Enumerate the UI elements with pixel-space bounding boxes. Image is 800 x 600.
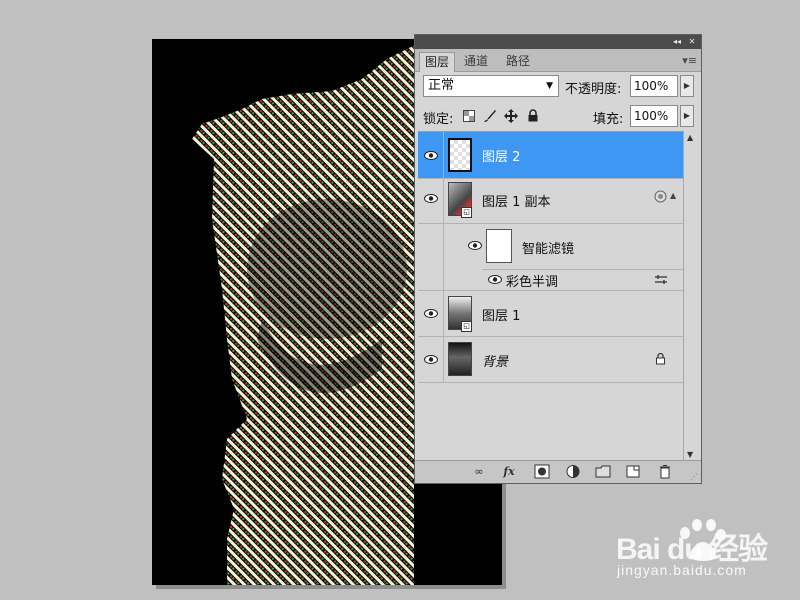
lock-transparent-icon[interactable]	[463, 110, 475, 122]
fill-input[interactable]: 100%	[630, 105, 678, 127]
new-group-icon[interactable]	[595, 464, 611, 479]
layer-thumbnail	[448, 342, 472, 376]
smart-filter-icon[interactable]	[654, 190, 667, 203]
add-mask-icon[interactable]	[534, 464, 550, 479]
fx-icon[interactable]: fx	[501, 464, 517, 479]
trash-icon[interactable]	[657, 464, 673, 479]
eye-column	[418, 224, 444, 269]
eye-icon	[424, 309, 438, 318]
layer-name: 彩色半调	[506, 275, 559, 290]
scroll-up-icon[interactable]: ▲	[687, 133, 693, 142]
opacity-stepper[interactable]: ▶	[680, 75, 694, 97]
opacity-label: 不透明度:	[565, 82, 622, 97]
layer-row-layer1[interactable]: ◱ 图层 1	[418, 291, 683, 337]
smart-filters-row[interactable]: 智能滤镜	[418, 224, 683, 269]
link-layers-icon[interactable]: ∞	[471, 464, 487, 479]
layers-panel: ◂◂ ✕ 图层 通道 路径 ▾≡ 正常 ▼ 不透明度: 100% ▶ 锁定: 填…	[414, 34, 702, 484]
panel-bottom-toolbar: ∞ fx ⋰	[415, 460, 701, 483]
blend-mode-value: 正常	[428, 78, 455, 93]
close-icon[interactable]: ✕	[686, 36, 698, 47]
watermark-url: jingyan.baidu.com	[617, 562, 747, 578]
filter-mask-thumbnail	[486, 229, 512, 263]
visibility-toggle[interactable]	[418, 337, 444, 382]
adjustment-layer-icon[interactable]	[565, 464, 581, 479]
visibility-toggle[interactable]	[418, 179, 444, 223]
layer-name: 图层 1	[482, 309, 521, 324]
lock-icon	[656, 352, 665, 365]
eye-icon[interactable]	[488, 275, 502, 284]
fill-label: 填充:	[593, 112, 624, 127]
lock-brush-icon[interactable]	[483, 109, 497, 123]
layer-row-background[interactable]: 背景	[418, 337, 683, 383]
eye-column	[418, 269, 444, 290]
collapse-icon[interactable]: ◂◂	[671, 36, 683, 47]
smart-object-badge-icon: ◱	[461, 321, 472, 332]
eye-icon	[424, 355, 438, 364]
layer-name: 背景	[482, 355, 509, 370]
blending-options-icon[interactable]	[654, 274, 668, 285]
layers-list: 图层 2 ◱ 图层 1 副本 ▲ 智能滤镜 彩色半调 ◱ 图层 1 背景	[418, 131, 683, 462]
layer-name: 图层 1 副本	[482, 195, 551, 210]
tab-paths[interactable]: 路径	[501, 52, 535, 71]
scroll-down-icon[interactable]: ▼	[687, 450, 693, 459]
eye-icon	[424, 194, 438, 203]
visibility-toggle[interactable]	[418, 132, 444, 178]
layer-row-layer1-copy[interactable]: ◱ 图层 1 副本 ▲	[418, 179, 683, 224]
new-layer-icon[interactable]	[625, 464, 641, 479]
resize-grip-icon[interactable]: ⋰	[690, 472, 698, 481]
layer-thumbnail	[448, 138, 472, 172]
expand-arrow-icon[interactable]: ▲	[670, 191, 676, 200]
layer-name: 智能滤镜	[522, 242, 575, 257]
layer-row-layer2[interactable]: 图层 2	[418, 132, 683, 179]
tab-layers[interactable]: 图层	[419, 52, 456, 72]
tab-channels[interactable]: 通道	[459, 52, 493, 71]
lock-all-icon[interactable]	[527, 109, 539, 122]
eye-icon[interactable]	[468, 241, 482, 250]
lock-label: 锁定:	[423, 112, 454, 127]
eye-icon	[424, 151, 438, 160]
smart-object-badge-icon: ◱	[461, 207, 472, 218]
layers-scrollbar[interactable]: ▲ ▼	[683, 131, 699, 461]
opacity-input[interactable]: 100%	[630, 75, 678, 97]
lock-move-icon[interactable]	[504, 109, 518, 123]
chevron-down-icon: ▼	[546, 81, 553, 91]
filter-row-color-halftone[interactable]: 彩色半调	[418, 269, 683, 291]
panel-menu-icon[interactable]: ▾≡	[682, 54, 697, 67]
fill-stepper[interactable]: ▶	[680, 105, 694, 127]
layer-name: 图层 2	[482, 150, 521, 165]
blend-mode-select[interactable]: 正常 ▼	[423, 75, 559, 97]
panel-tabs: 图层 通道 路径 ▾≡	[415, 49, 701, 72]
panel-titlebar[interactable]: ◂◂ ✕	[415, 35, 701, 49]
visibility-toggle[interactable]	[418, 291, 444, 336]
